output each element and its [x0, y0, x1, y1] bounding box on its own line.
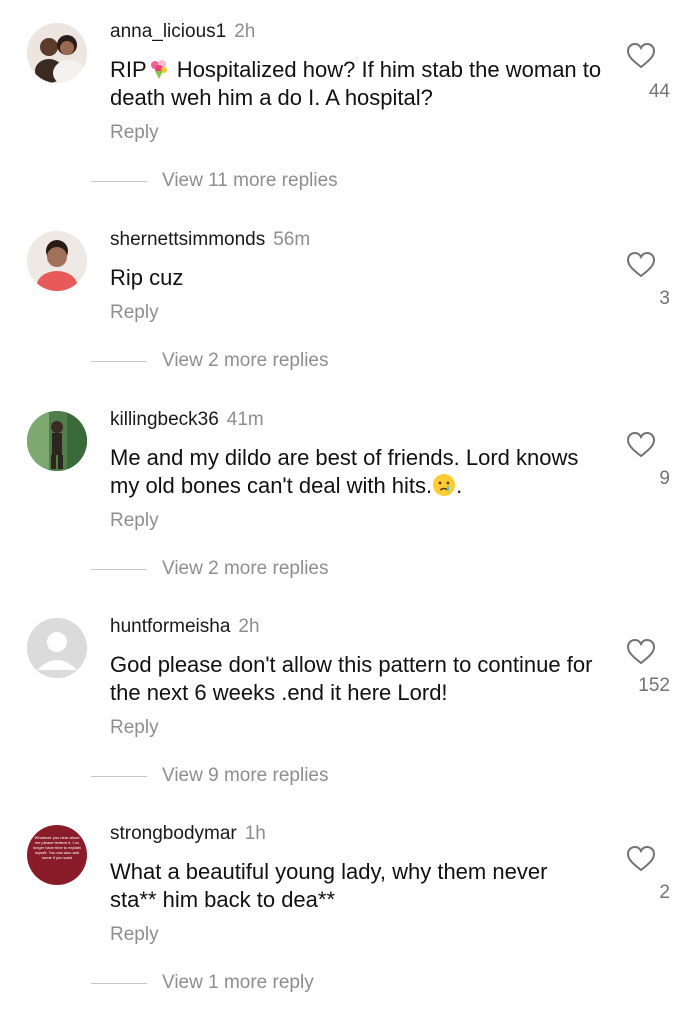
comment-item: shernettsimmonds 56m Rip cuz Reply View 2… [0, 228, 690, 388]
avatar[interactable]: Whatever you hear about me please believ… [27, 825, 87, 885]
comment-item: killingbeck36 41m Me and my dildo are bes… [0, 408, 690, 584]
default-avatar-icon [27, 618, 87, 678]
avatar[interactable] [27, 411, 87, 471]
username[interactable]: killingbeck36 [110, 409, 219, 430]
timestamp: 41m [226, 409, 264, 430]
divider-line [91, 982, 147, 984]
reply-button[interactable]: Reply [110, 509, 159, 533]
avatar-photo [27, 23, 87, 83]
timestamp: 2h [238, 616, 260, 637]
avatar-photo [27, 411, 87, 471]
reply-button[interactable]: Reply [110, 923, 159, 947]
bouquet-emoji [147, 57, 171, 81]
comment-item: Whatever you hear about me please believ… [0, 822, 690, 998]
comment-meta: killingbeck36 41m [110, 408, 264, 432]
comment-text-end: Hospitalized how? If him stab the woman … [110, 57, 602, 110]
timestamp: 56m [273, 229, 311, 250]
like-count: 44 [648, 81, 670, 102]
comment-text: What a beautiful young lady, why them ne… [110, 859, 548, 912]
username[interactable]: shernettsimmonds [110, 229, 265, 250]
username[interactable]: anna_licious1 [110, 21, 226, 42]
view-more-label: View 9 more replies [162, 765, 329, 786]
comment-item: anna_licious1 2h RIP Hospitalized how? If… [0, 20, 690, 196]
timestamp: 2h [234, 21, 256, 42]
comment-text-end: . [456, 473, 463, 498]
comment-text: Me and my dildo are best of friends. Lor… [110, 444, 610, 500]
avatar-photo [27, 231, 87, 291]
heart-outline-icon [626, 431, 656, 458]
view-more-label: View 2 more replies [162, 350, 329, 371]
comment-text-start: RIP [110, 57, 147, 82]
reply-button[interactable]: Reply [110, 716, 159, 740]
heart-outline-icon [626, 638, 656, 665]
view-more-replies[interactable]: View 2 more replies [91, 349, 329, 373]
view-more-label: View 2 more replies [162, 558, 329, 579]
comment-meta: shernettsimmonds 56m [110, 228, 310, 252]
like-button[interactable] [626, 42, 656, 70]
divider-line [91, 360, 147, 362]
reply-button[interactable]: Reply [110, 301, 159, 325]
like-button[interactable] [626, 845, 656, 873]
heart-outline-icon [626, 42, 656, 69]
comment-meta: anna_licious1 2h [110, 20, 255, 44]
like-count: 9 [659, 468, 670, 489]
comment-text: Rip cuz [110, 265, 184, 290]
view-more-replies[interactable]: View 2 more replies [91, 557, 329, 581]
like-button[interactable] [626, 638, 656, 666]
comment-text: God please don't allow this pattern to c… [110, 652, 593, 705]
like-count: 3 [659, 288, 670, 309]
like-count: 152 [638, 675, 670, 696]
comment-item: huntformeisha 2h God please don't allow t… [0, 615, 690, 791]
divider-line [91, 568, 147, 570]
view-more-replies[interactable]: View 9 more replies [91, 764, 329, 788]
view-more-label: View 11 more replies [162, 170, 338, 191]
comment-text: RIP Hospitalized how? If him stab the wo… [110, 56, 610, 112]
username[interactable]: huntformeisha [110, 616, 230, 637]
avatar[interactable] [27, 231, 87, 291]
like-button[interactable] [626, 431, 656, 459]
like-count: 2 [659, 882, 670, 903]
comment-meta: huntformeisha 2h [110, 615, 260, 639]
avatar[interactable] [27, 618, 87, 678]
view-more-label: View 1 more reply [162, 972, 314, 993]
like-button[interactable] [626, 251, 656, 279]
timestamp: 1h [244, 823, 266, 844]
heart-outline-icon [626, 251, 656, 278]
view-more-replies[interactable]: View 11 more replies [91, 169, 338, 193]
username[interactable]: strongbodymar [110, 823, 237, 844]
comment-meta: strongbodymar 1h [110, 822, 266, 846]
heart-outline-icon [626, 845, 656, 872]
crying-face-emoji [432, 473, 456, 497]
avatar[interactable] [27, 23, 87, 83]
comment-text-start: Me and my dildo are best of friends. Lor… [110, 445, 579, 498]
divider-line [91, 180, 147, 182]
reply-button[interactable]: Reply [110, 121, 159, 145]
avatar-text: Whatever you hear about me please believ… [33, 835, 81, 860]
divider-line [91, 775, 147, 777]
view-more-replies[interactable]: View 1 more reply [91, 971, 314, 995]
